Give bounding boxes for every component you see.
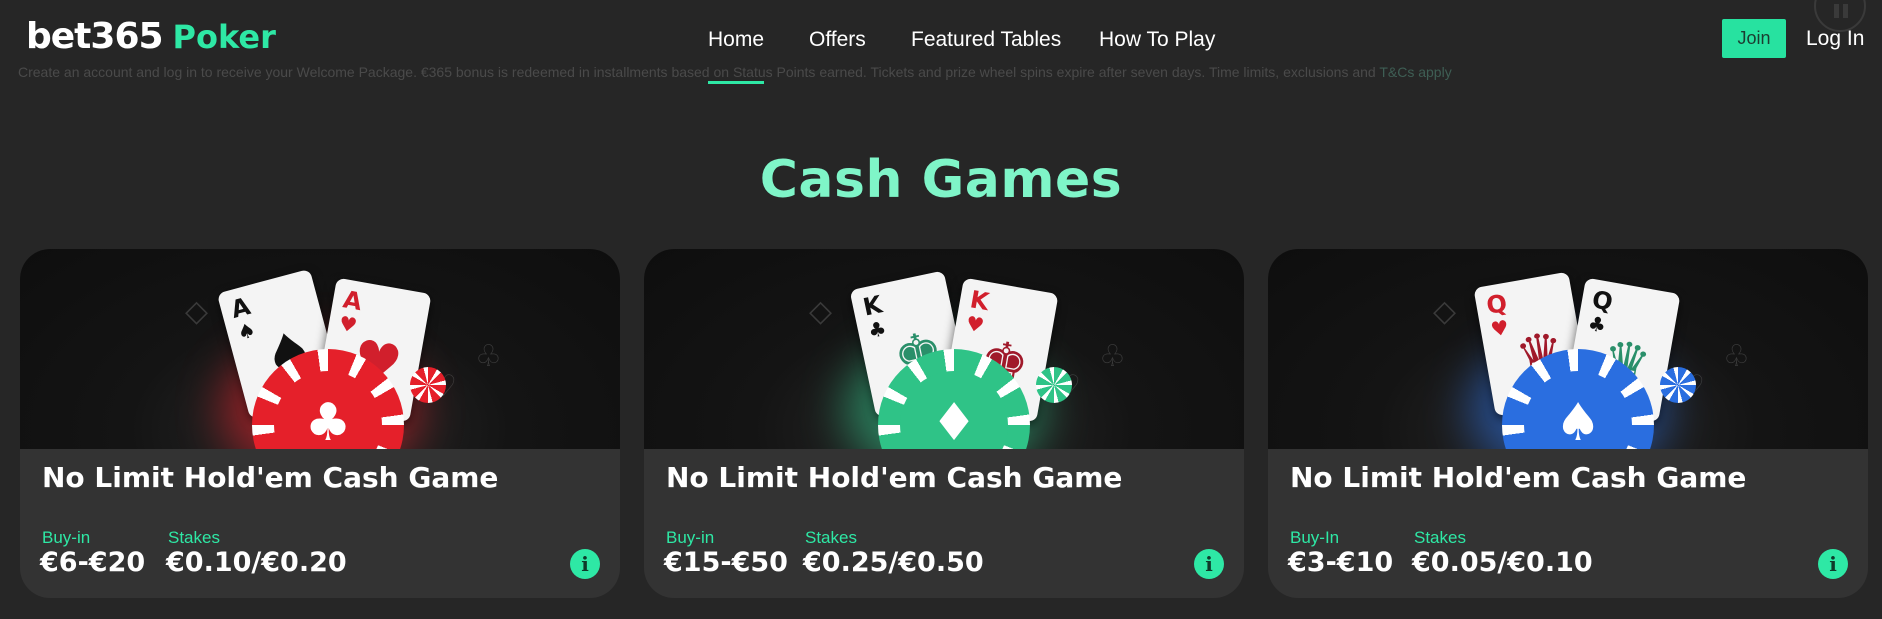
club-icon: ♣ xyxy=(274,371,382,449)
cash-game-card[interactable]: ◇ ♧ ♡ Q ♥ ♛ Q ♣ ♛ ♠ No Limit Hold'em Cas… xyxy=(1268,249,1868,598)
card-title: No Limit Hold'em Cash Game xyxy=(42,461,499,494)
background-diamond-icon: ◇ xyxy=(809,294,833,329)
nav-how-to-play[interactable]: How To Play xyxy=(1099,28,1215,84)
card-rank: K xyxy=(967,285,992,317)
cash-game-card[interactable]: ◇ ♧ ♡ A ♠ ♠ A ♥ ♥ ♣ No Limit Hold'em Cas… xyxy=(20,249,620,598)
background-diamond-icon: ◇ xyxy=(1433,294,1457,329)
card-artwork: ◇ ♧ ♡ K ♣ ♚ K ♥ ♚ ♦ xyxy=(644,249,1244,449)
stakes-value: €0.05/€0.10 xyxy=(1412,547,1593,578)
heart-icon: ♥ xyxy=(964,310,986,338)
buyin-label: Buy-in xyxy=(666,528,715,547)
heart-icon: ♥ xyxy=(1488,314,1511,342)
card-artwork: ◇ ♧ ♡ A ♠ ♠ A ♥ ♥ ♣ xyxy=(20,249,620,449)
buyin-value: €6-€20 xyxy=(40,547,146,578)
club-icon: ♣ xyxy=(865,315,889,344)
diamond-icon: ♦ xyxy=(900,371,1008,449)
info-icon[interactable]: i xyxy=(1194,549,1224,579)
spade-icon: ♠ xyxy=(234,317,259,346)
stakes-value: €0.10/€0.20 xyxy=(166,547,347,578)
card-rank: A xyxy=(340,285,365,317)
section-title: Cash Games xyxy=(759,150,1123,210)
stakes-label: Stakes xyxy=(805,528,857,547)
nav-home[interactable]: Home xyxy=(708,28,765,84)
buyin-value: €15-€50 xyxy=(664,547,788,578)
main-nav: Home Offers Featured Tables How To Play xyxy=(0,28,1882,84)
info-icon[interactable]: i xyxy=(570,549,600,579)
small-poker-chip xyxy=(1036,367,1072,403)
background-diamond-icon: ◇ xyxy=(185,294,209,329)
small-poker-chip xyxy=(1660,367,1696,403)
card-artwork: ◇ ♧ ♡ Q ♥ ♛ Q ♣ ♛ ♠ xyxy=(1268,249,1868,449)
nav-offers[interactable]: Offers xyxy=(809,28,866,84)
spade-icon: ♠ xyxy=(1524,371,1632,449)
site-header: Create an account and log in to receive … xyxy=(0,0,1882,90)
info-icon[interactable]: i xyxy=(1818,549,1848,579)
cash-game-card[interactable]: ◇ ♧ ♡ K ♣ ♚ K ♥ ♚ ♦ No Limit Hold'em Cas… xyxy=(644,249,1244,598)
stakes-label: Stakes xyxy=(1414,528,1466,547)
background-club-icon: ♧ xyxy=(1099,339,1126,374)
card-title: No Limit Hold'em Cash Game xyxy=(1290,461,1747,494)
background-club-icon: ♧ xyxy=(1723,339,1750,374)
stakes-label: Stakes xyxy=(168,528,220,547)
buyin-label: Buy-in xyxy=(42,528,91,547)
club-icon: ♣ xyxy=(1586,310,1608,338)
card-title: No Limit Hold'em Cash Game xyxy=(666,461,1123,494)
stakes-value: €0.25/€0.50 xyxy=(803,547,984,578)
join-button[interactable]: Join xyxy=(1722,19,1786,58)
heart-icon: ♥ xyxy=(337,310,359,338)
background-club-icon: ♧ xyxy=(475,339,502,374)
card-rank: Q xyxy=(1484,288,1510,321)
buyin-value: €3-€10 xyxy=(1288,547,1394,578)
buyin-label: Buy-In xyxy=(1290,528,1340,547)
small-poker-chip xyxy=(410,367,446,403)
card-rank: Q xyxy=(1589,285,1615,317)
nav-featured-tables[interactable]: Featured Tables xyxy=(911,28,1061,84)
